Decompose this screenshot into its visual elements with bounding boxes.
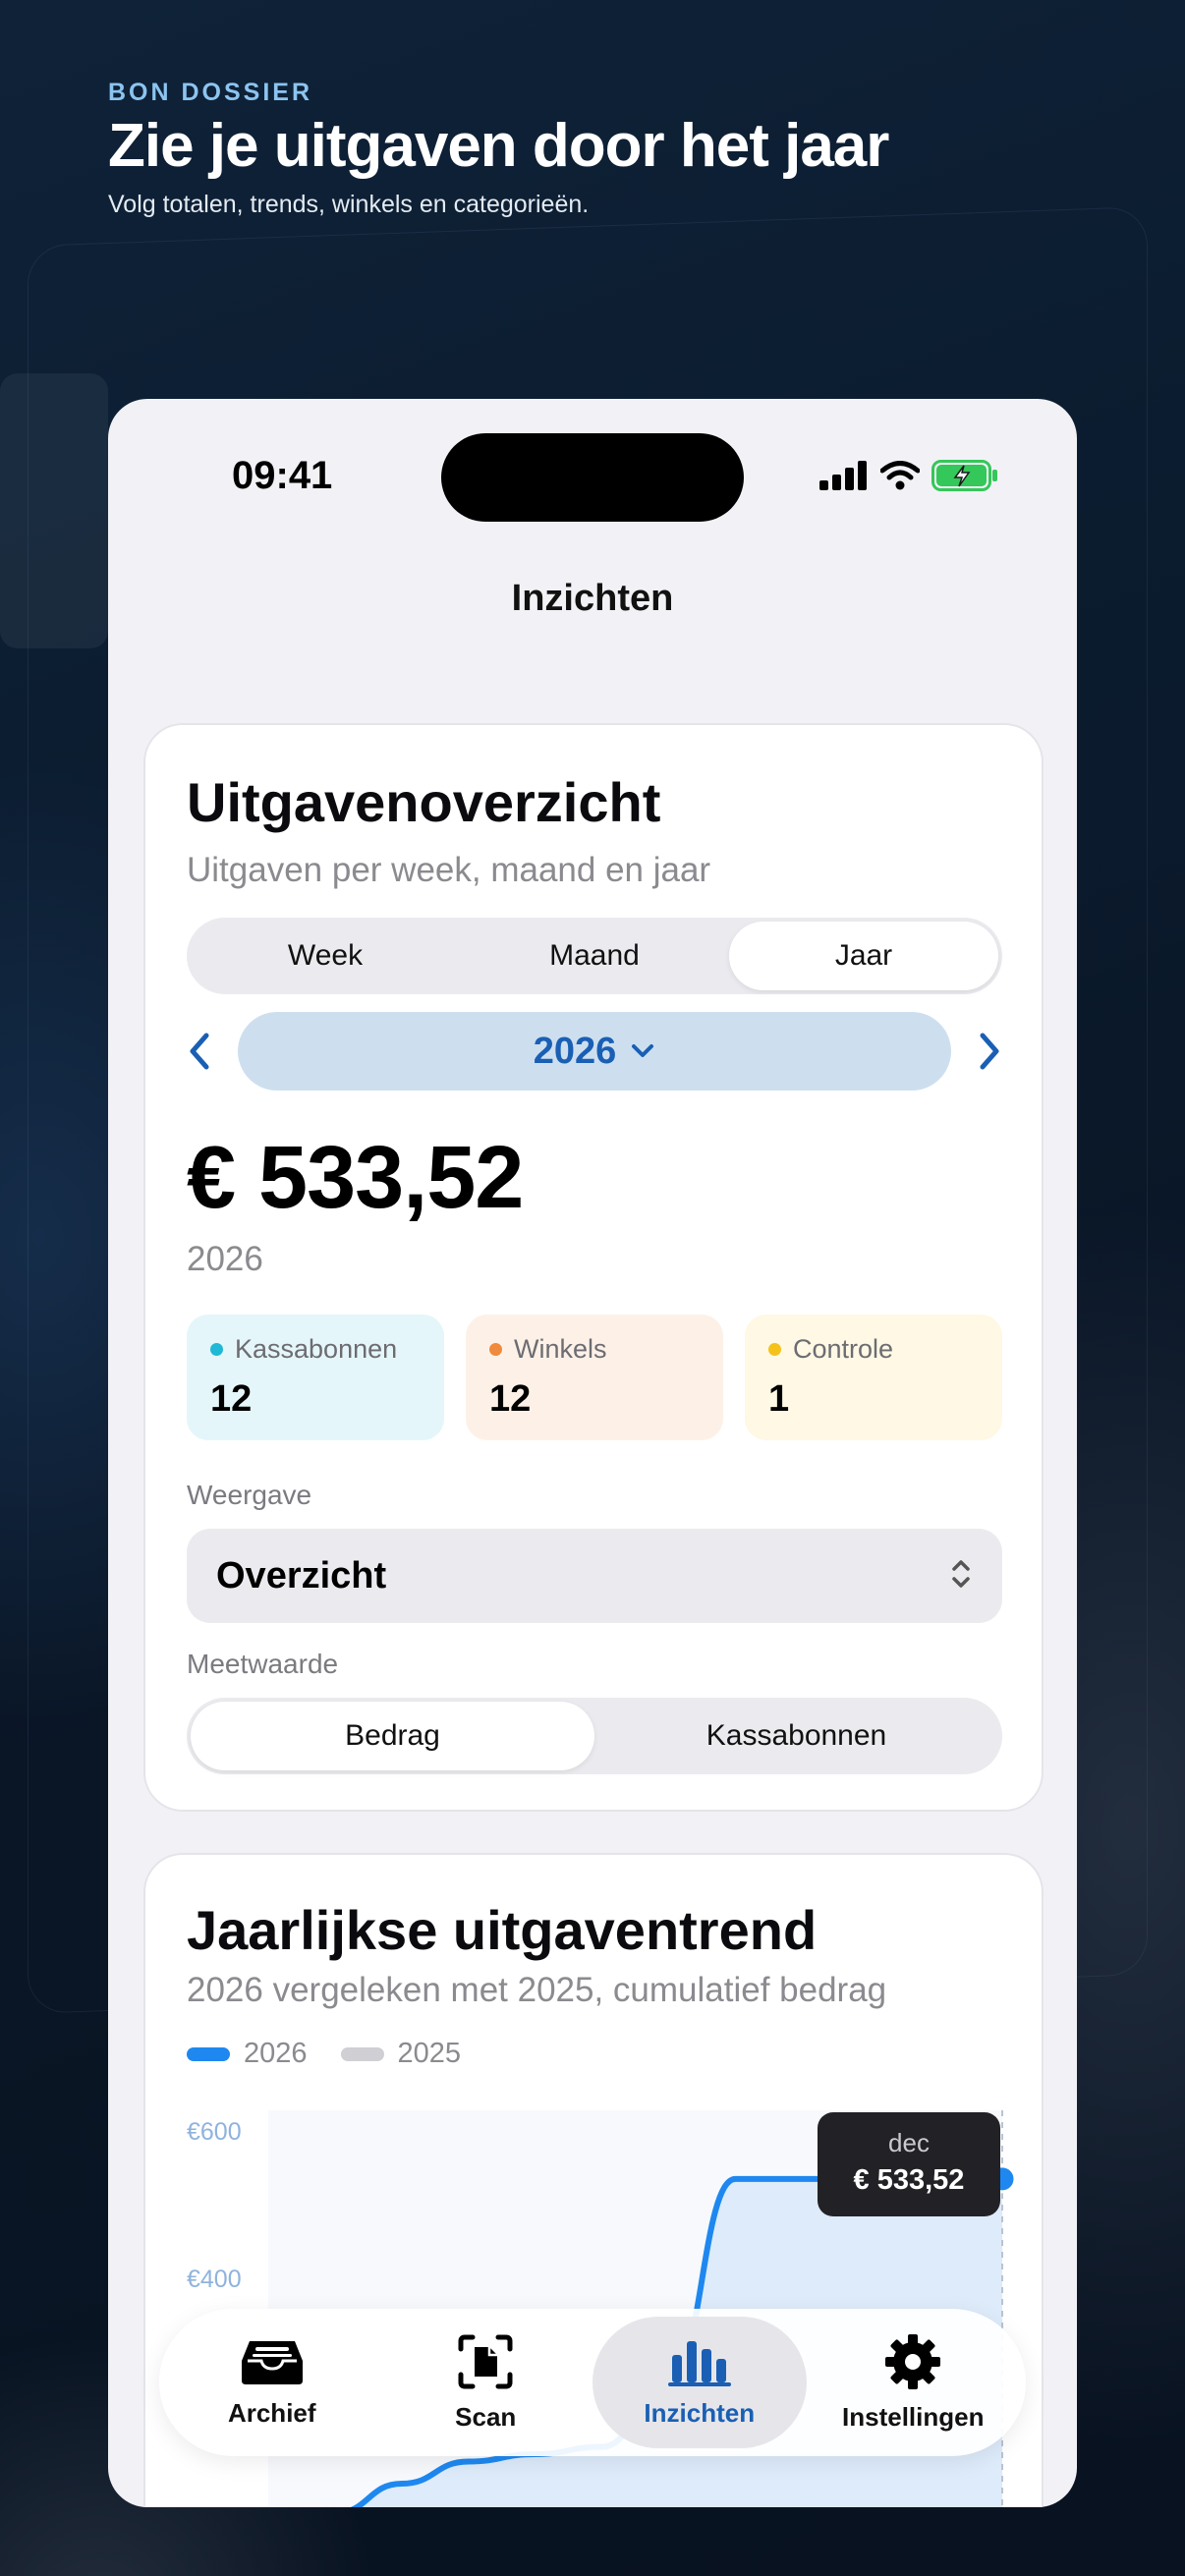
stores-dot-icon bbox=[489, 1343, 502, 1356]
tab-year[interactable]: Jaar bbox=[729, 922, 998, 990]
tab-scan-label: Scan bbox=[455, 2401, 517, 2432]
status-icons bbox=[819, 460, 998, 491]
stat-receipts-value: 12 bbox=[210, 1378, 253, 1420]
stat-stores: Winkels 12 bbox=[466, 1315, 723, 1440]
bar-chart-icon bbox=[667, 2340, 731, 2386]
overview-title: Uitgavenoverzicht bbox=[187, 771, 661, 833]
year-dropdown[interactable]: 2026 bbox=[238, 1012, 951, 1091]
scan-document-icon bbox=[458, 2334, 513, 2388]
tooltip-month: dec bbox=[888, 2128, 930, 2157]
status-bar: 09:41 bbox=[108, 399, 1077, 522]
tab-receipts[interactable]: Kassabonnen bbox=[594, 1702, 998, 1770]
background-card bbox=[0, 373, 108, 648]
phone-screen: 09:41 Inzichten Uitgavenoverzicht Uitgav… bbox=[108, 399, 1077, 2507]
review-dot-icon bbox=[768, 1343, 781, 1356]
wifi-icon bbox=[880, 461, 920, 490]
tab-month[interactable]: Maand bbox=[460, 922, 729, 990]
year-selector: 2026 bbox=[187, 1012, 1002, 1091]
spending-overview-card: Uitgavenoverzicht Uitgaven per week, maa… bbox=[143, 723, 1044, 1812]
metric-label: Meetwaarde bbox=[187, 1649, 339, 1679]
period-segmented-control: Week Maand Jaar bbox=[187, 918, 1002, 994]
hero-subtitle: Volg totalen, trends, winkels en categor… bbox=[108, 191, 590, 218]
hero-title: Zie je uitgaven door het jaar bbox=[108, 112, 889, 180]
overview-subtitle: Uitgaven per week, maand en jaar bbox=[187, 851, 711, 889]
tab-scan[interactable]: Scan bbox=[379, 2317, 593, 2448]
stat-receipts-label: Kassabonnen bbox=[235, 1334, 398, 1364]
year-value: 2026 bbox=[533, 1030, 617, 1072]
total-period: 2026 bbox=[187, 1240, 263, 1278]
metric-segmented-control: Bedrag Kassabonnen bbox=[187, 1698, 1002, 1774]
stat-review-value: 1 bbox=[768, 1378, 790, 1420]
tooltip-value: € 533,52 bbox=[853, 2164, 965, 2196]
page-title: Inzichten bbox=[511, 578, 674, 619]
view-select[interactable]: Overzicht bbox=[187, 1529, 1002, 1623]
chart-tooltip: dec € 533,52 bbox=[818, 2112, 1000, 2216]
stats-row: Kassabonnen 12 Winkels 12 Controle 1 bbox=[187, 1315, 1002, 1440]
tab-settings-label: Instellingen bbox=[842, 2401, 985, 2432]
view-select-value: Overzicht bbox=[216, 1554, 387, 1596]
tab-insights[interactable]: Inzichten bbox=[592, 2317, 807, 2448]
view-label: Weergave bbox=[187, 1480, 312, 1510]
stat-review: Controle 1 bbox=[745, 1315, 1002, 1440]
stat-receipts: Kassabonnen 12 bbox=[187, 1315, 444, 1440]
battery-charging-icon bbox=[931, 460, 997, 491]
tab-settings[interactable]: Instellingen bbox=[807, 2317, 1021, 2448]
receipts-dot-icon bbox=[210, 1343, 223, 1356]
signal-icon bbox=[819, 461, 867, 490]
chevron-left-icon[interactable] bbox=[187, 1030, 212, 1073]
gear-icon bbox=[885, 2333, 941, 2389]
archive-tray-icon bbox=[241, 2340, 303, 2384]
chevron-down-icon bbox=[632, 1044, 654, 1057]
dynamic-island bbox=[441, 433, 744, 522]
chevron-updown-icon bbox=[952, 1560, 970, 1588]
stat-stores-value: 12 bbox=[489, 1378, 532, 1420]
tab-bar: Archief Scan Inzichten Instellingen bbox=[159, 2309, 1026, 2456]
hero-header: BON DOSSIER Zie je uitgaven door het jaa… bbox=[108, 79, 889, 219]
tab-insights-label: Inzichten bbox=[644, 2397, 756, 2428]
tab-archive[interactable]: Archief bbox=[165, 2317, 379, 2448]
tab-archive-label: Archief bbox=[227, 2397, 316, 2428]
status-time: 09:41 bbox=[232, 454, 333, 497]
stat-stores-label: Winkels bbox=[514, 1334, 607, 1364]
hero-eyebrow: BON DOSSIER bbox=[108, 79, 313, 106]
chevron-right-icon[interactable] bbox=[977, 1030, 1002, 1073]
tab-amount[interactable]: Bedrag bbox=[191, 1702, 594, 1770]
total-amount: € 533,52 bbox=[187, 1129, 524, 1227]
stat-review-label: Controle bbox=[793, 1334, 894, 1364]
tab-week[interactable]: Week bbox=[191, 922, 460, 990]
